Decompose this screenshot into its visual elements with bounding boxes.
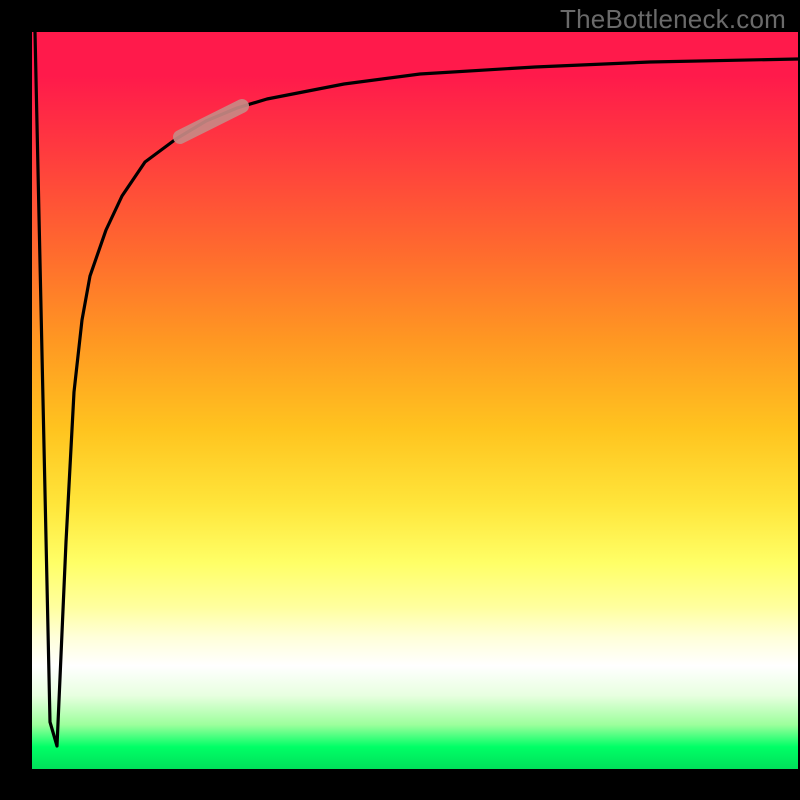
plot-area <box>32 32 798 769</box>
curve-layer <box>32 32 798 769</box>
chart-container: TheBottleneck.com <box>0 0 800 800</box>
bottleneck-curve <box>35 32 798 746</box>
watermark-text: TheBottleneck.com <box>560 4 786 35</box>
highlight-segment <box>180 106 242 137</box>
